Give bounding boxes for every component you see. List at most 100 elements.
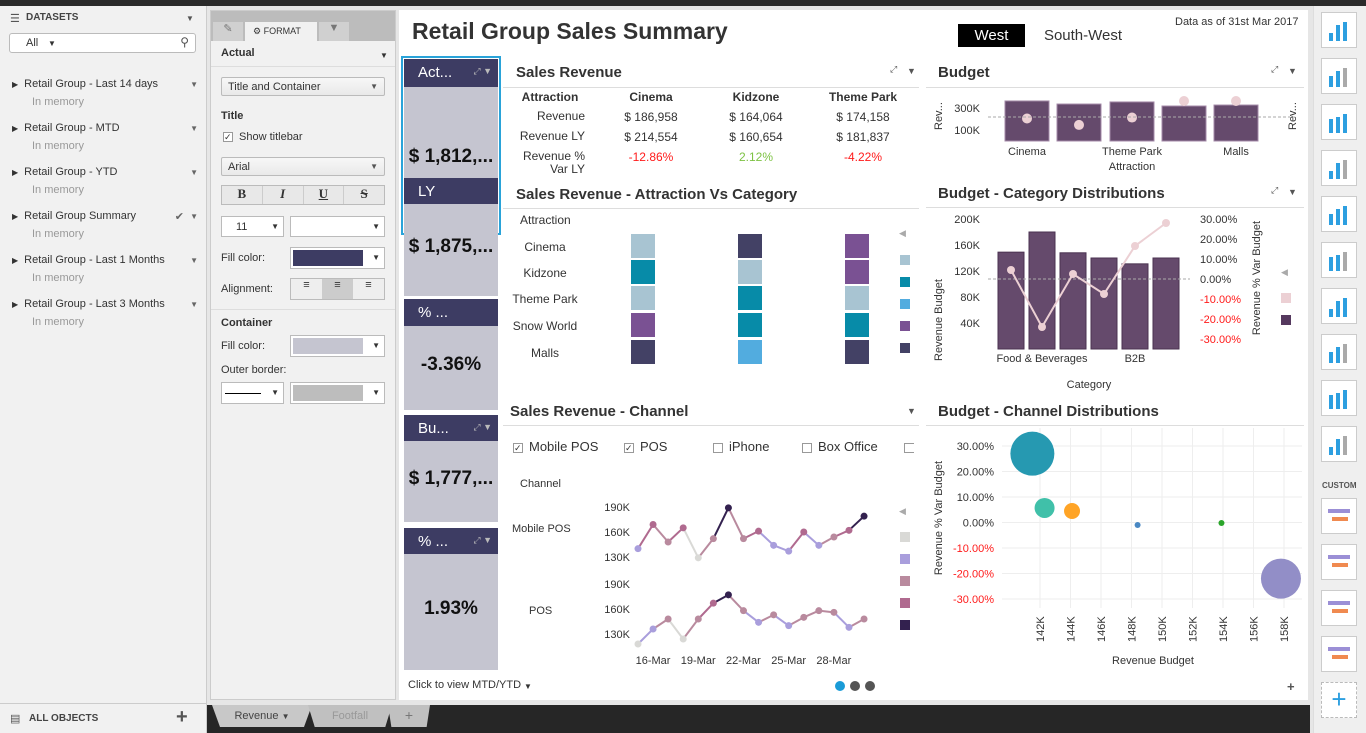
page-dot-3[interactable] (865, 681, 875, 691)
widget-menu-icon[interactable]: ▼ (1288, 187, 1297, 197)
align-right-icon[interactable]: ≡ (353, 279, 384, 299)
map-icon[interactable] (1321, 380, 1357, 416)
expand-icon[interactable]: ⤢ (890, 64, 897, 75)
search-icon[interactable]: ⚲ (180, 35, 189, 49)
container-header: Container (221, 317, 273, 329)
expand-arrow-icon[interactable]: ▶ (12, 300, 18, 309)
chevron-down-icon: ▼ (372, 222, 380, 231)
kpi-value: 1.93% (424, 598, 478, 619)
dataset-item[interactable]: ▶ Retail Group - YTD ▼ In memory (12, 166, 198, 196)
container-fill-color-picker[interactable]: ▼ (290, 335, 385, 357)
kpi-tile[interactable]: % ... -3.36% (404, 299, 498, 410)
dataset-menu-icon[interactable]: ▼ (190, 300, 198, 309)
page-dot-2[interactable] (850, 681, 860, 691)
tab-filter[interactable]: ▼ (319, 22, 349, 41)
datasets-menu-icon[interactable]: ▼ (186, 14, 194, 23)
expand-icon[interactable]: ⤢ ▼ (473, 422, 492, 433)
treemap-icon[interactable] (1321, 58, 1357, 94)
border-style-select[interactable]: ▼ (221, 382, 284, 404)
dataset-item[interactable]: ▶ Retail Group Summary ✔ ▼ In memory (12, 210, 198, 240)
channel-filter-checkbox[interactable] (713, 443, 723, 453)
bold-button[interactable]: B (222, 186, 263, 204)
add-widget-button[interactable]: + (1287, 679, 1295, 694)
dataset-filter[interactable]: All ▼ ⚲ (9, 33, 196, 53)
dataset-item[interactable]: ▶ Retail Group - Last 14 days ▼ In memory (12, 78, 198, 108)
legend-collapse-icon[interactable]: ◀ (899, 506, 906, 517)
expand-arrow-icon[interactable]: ▶ (12, 256, 18, 265)
underline-button[interactable]: U (304, 186, 345, 204)
expand-icon[interactable]: ⤢ ▼ (473, 535, 492, 546)
dataset-menu-icon[interactable]: ▼ (190, 124, 198, 133)
italic-button[interactable]: I (263, 186, 304, 204)
dataset-status: In memory (32, 140, 84, 152)
align-left-icon[interactable]: ≡ (291, 279, 322, 299)
dataset-menu-icon[interactable]: ▼ (190, 256, 198, 265)
bar-chart-icon[interactable] (1321, 104, 1357, 140)
dataset-menu-icon[interactable]: ▼ (190, 168, 198, 177)
sheet-tab-footfall[interactable]: Footfall (308, 705, 392, 727)
channel-filter-checkbox[interactable]: ✓ (624, 443, 634, 453)
dataset-menu-icon[interactable]: ▼ (190, 80, 198, 89)
title-fill-color-picker[interactable]: ▼ (290, 247, 385, 269)
font-select[interactable]: Arial ▼ (221, 157, 385, 176)
legend-collapse-icon[interactable]: ◀ (1281, 267, 1288, 278)
all-objects-label[interactable]: ALL OBJECTS (29, 713, 98, 724)
dataset-item[interactable]: ▶ Retail Group - Last 1 Months ▼ In memory (12, 254, 198, 284)
legend-collapse-icon[interactable]: ◀ (899, 228, 906, 239)
kpi-text-icon[interactable] (1321, 590, 1357, 626)
word-cloud-icon[interactable] (1321, 498, 1357, 534)
widget-menu-icon[interactable]: ▼ (907, 406, 916, 416)
font-color-select[interactable]: ▼ (290, 216, 385, 237)
kpi-tile[interactable]: Bu... ⤢ ▼ $ 1,777,... (404, 415, 498, 522)
expand-icon[interactable]: ⤢ ▼ (473, 66, 492, 77)
area-chart-icon[interactable] (1321, 196, 1357, 232)
region-west-button[interactable]: West (958, 24, 1025, 47)
add-sheet-button[interactable]: + (388, 705, 430, 727)
chevron-down-icon[interactable]: ▼ (524, 682, 532, 691)
expand-arrow-icon[interactable]: ▶ (12, 168, 18, 177)
network-icon[interactable] (1321, 426, 1357, 462)
channel-filter-checkbox[interactable] (904, 443, 914, 453)
strikethrough-button[interactable]: S (344, 186, 384, 204)
add-custom-icon[interactable]: + (1321, 682, 1357, 718)
expand-arrow-icon[interactable]: ▶ (12, 124, 18, 133)
add-object-button[interactable]: + (176, 706, 188, 729)
widget-menu-icon[interactable]: ▼ (1288, 66, 1297, 76)
sheet-tab-revenue[interactable]: Revenue ▼ (212, 705, 312, 727)
dataset-label: Retail Group - Last 3 Months (24, 298, 165, 310)
table-icon[interactable] (1321, 12, 1357, 48)
dataset-label: Retail Group Summary (24, 210, 137, 222)
dataset-menu-icon[interactable]: ▼ (190, 212, 198, 221)
dataset-item[interactable]: ▶ Retail Group - Last 3 Months ▼ In memory (12, 298, 198, 328)
combo-chart-icon[interactable] (1321, 334, 1357, 370)
kpi-tile[interactable]: LY $ 1,875,... (404, 178, 498, 296)
widget-menu-icon[interactable]: ▼ (907, 66, 916, 76)
dataset-item[interactable]: ▶ Retail Group - MTD ▼ In memory (12, 122, 198, 152)
tab-edit[interactable]: ✎ (213, 22, 243, 41)
channel-filter-checkbox[interactable] (802, 443, 812, 453)
expand-arrow-icon[interactable]: ▶ (12, 80, 18, 89)
line-chart-icon[interactable] (1321, 150, 1357, 186)
data-as-of: Data as of 31st Mar 2017 (1175, 16, 1299, 28)
section-collapse-icon[interactable]: ▼ (380, 51, 388, 60)
font-size-select[interactable]: 11 ▼ (221, 216, 284, 237)
format-section-title: Actual (221, 47, 255, 59)
align-center-icon[interactable]: ≡ (322, 279, 353, 299)
sunburst-icon[interactable] (1321, 636, 1357, 672)
show-titlebar-checkbox[interactable]: ✓ (223, 132, 233, 142)
display-select[interactable]: Title and Container ▼ (221, 77, 385, 96)
region-south-west-button[interactable]: South-West (1034, 24, 1132, 47)
scatter-chart-icon[interactable] (1321, 242, 1357, 278)
gantt-icon[interactable] (1321, 544, 1357, 580)
expand-arrow-icon[interactable]: ▶ (12, 212, 18, 221)
expand-icon[interactable]: ⤢ (1271, 185, 1278, 196)
view-mtd-ytd-link[interactable]: Click to view MTD/YTD (408, 679, 521, 691)
table-header: Theme Park (828, 90, 898, 104)
border-color-picker[interactable]: ▼ (290, 382, 385, 404)
expand-icon[interactable]: ⤢ (1271, 64, 1278, 75)
kpi-tile[interactable]: % ... ⤢ ▼ 1.93% (404, 528, 498, 670)
channel-filter-checkbox[interactable]: ✓ (513, 443, 523, 453)
pie-chart-icon[interactable] (1321, 288, 1357, 324)
page-dot-1[interactable] (835, 681, 845, 691)
tab-format[interactable]: ⚙ FORMAT (245, 22, 317, 41)
